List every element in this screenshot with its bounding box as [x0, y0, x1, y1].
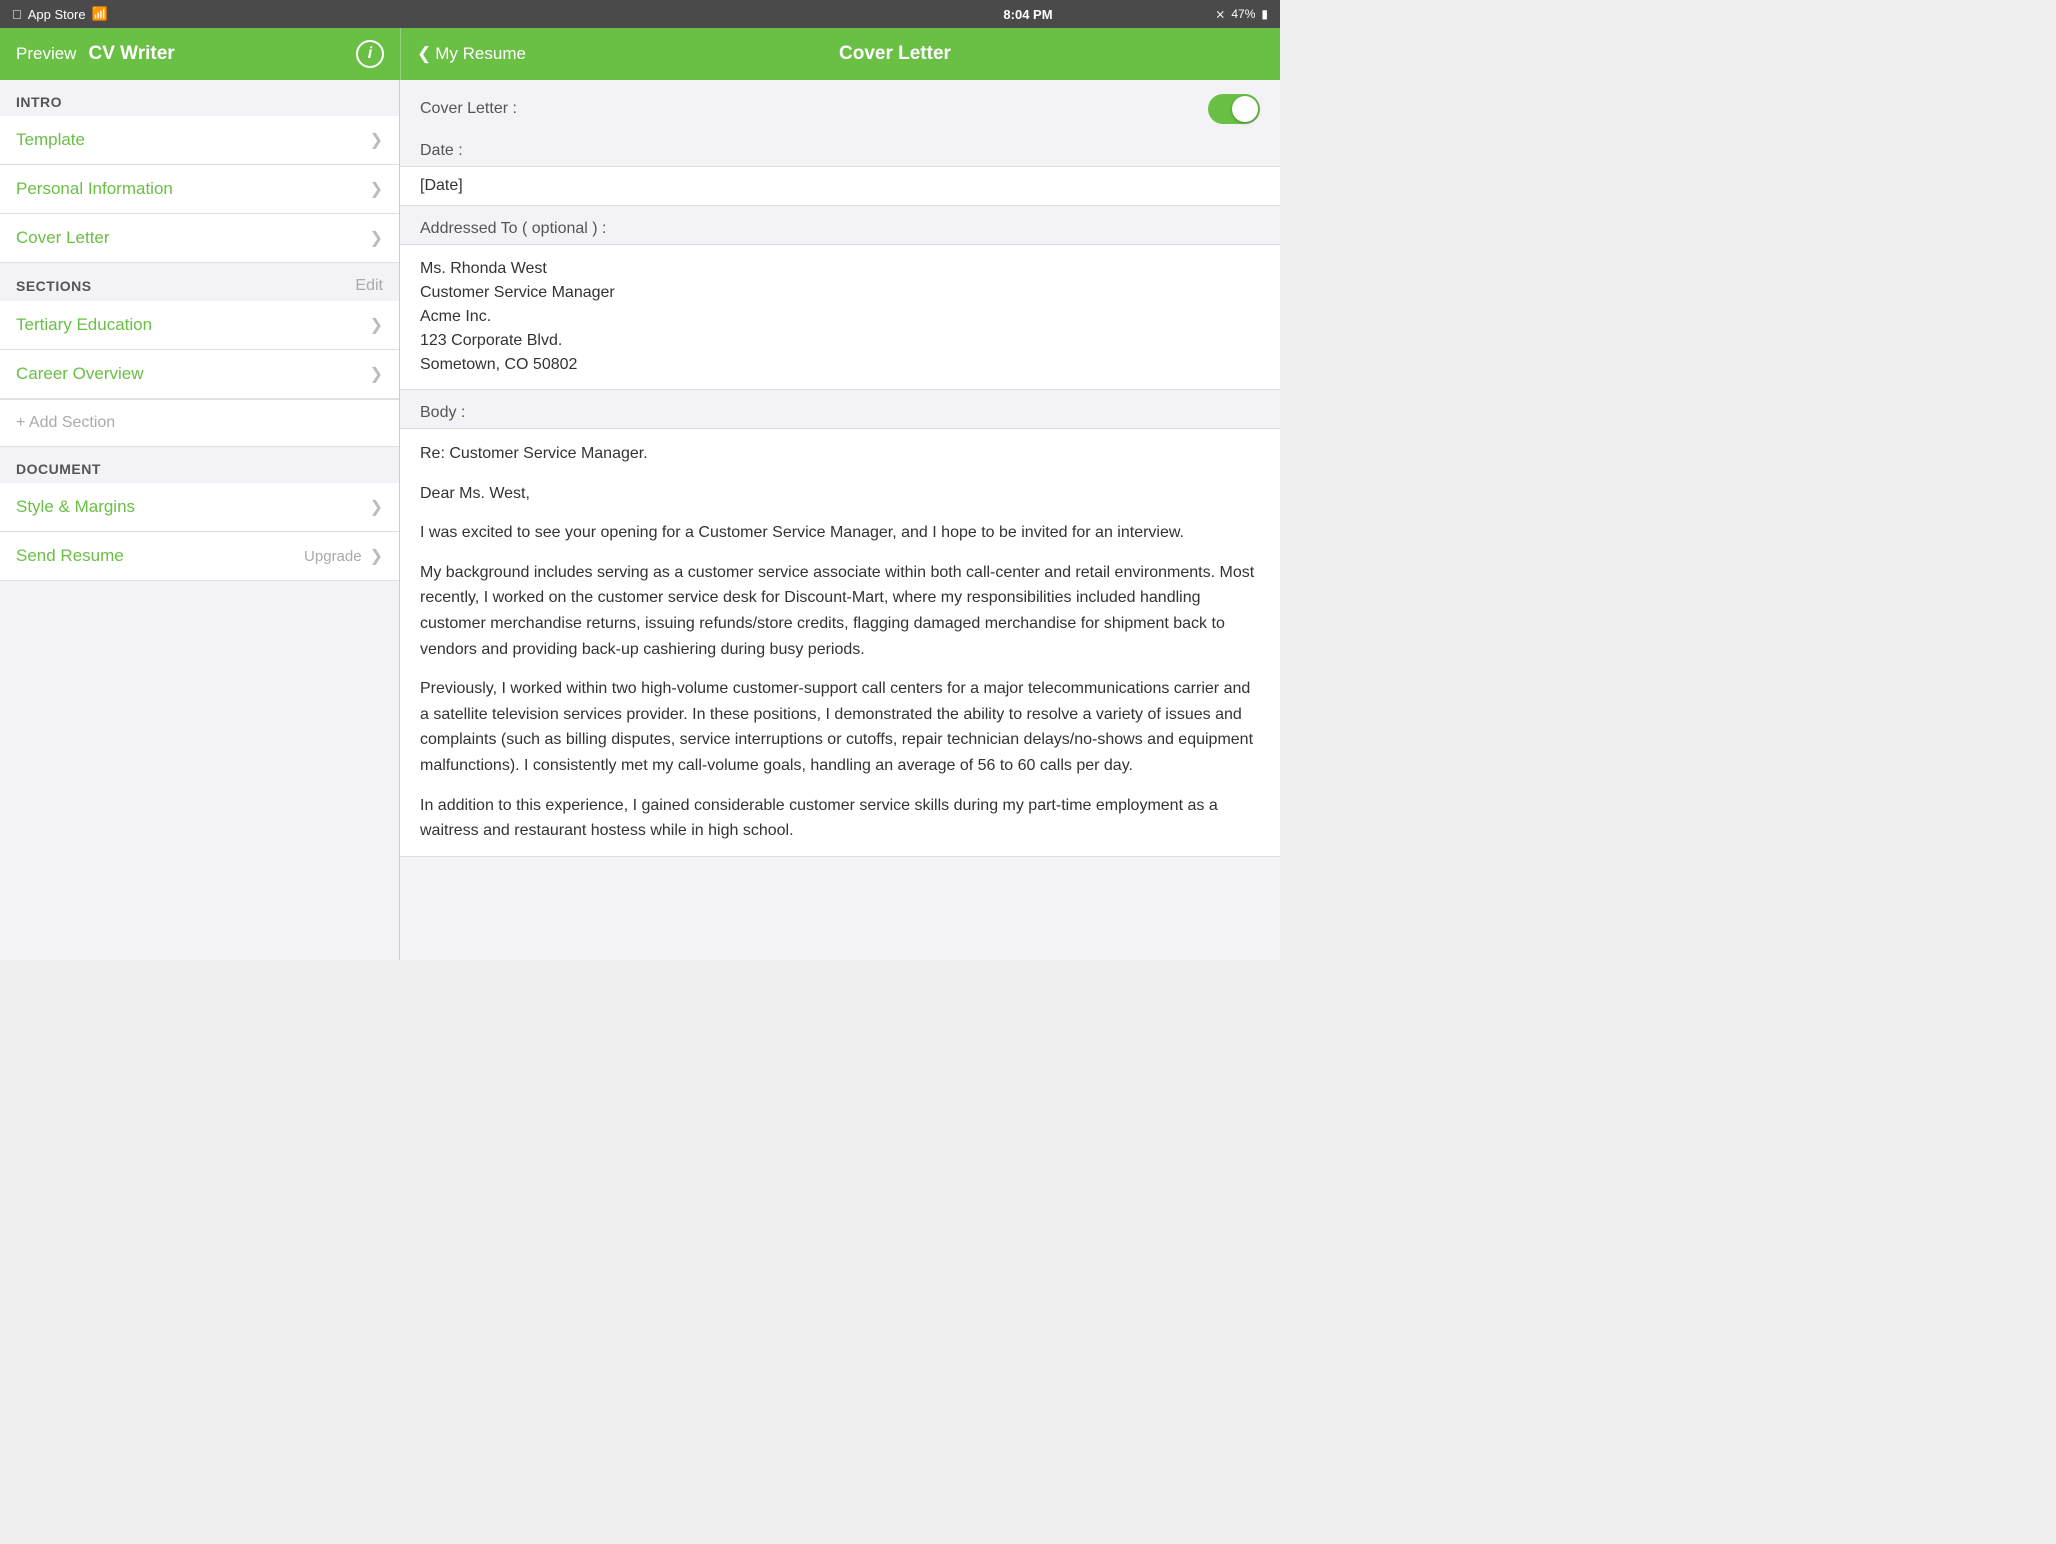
sidebar-item-style-margins[interactable]: Style & Margins ❯ [0, 483, 399, 532]
back-button[interactable]: ❮ My Resume [417, 44, 526, 64]
battery-icon: ▮ [1261, 7, 1268, 21]
sidebar-item-cover-letter[interactable]: Cover Letter ❯ [0, 214, 399, 263]
status-right: ⨯ 47% ▮ [1215, 7, 1268, 21]
content-area: Cover Letter : Date : Addressed To ( opt… [400, 80, 1280, 960]
sidebar-template-label: Template [16, 130, 370, 150]
nav-left: Preview CV Writer i [0, 40, 400, 68]
sidebar-item-career-overview[interactable]: Career Overview ❯ [0, 350, 399, 399]
date-label-row: Date : [400, 132, 1280, 166]
add-section-button[interactable]: + Add Section [0, 399, 399, 447]
sections-header-label: Sections [16, 278, 92, 294]
intro-header-label: Intro [16, 94, 62, 110]
sidebar-send-resume-label: Send Resume [16, 546, 304, 566]
chevron-right-icon: ❯ [370, 364, 383, 384]
status-bar:  App Store 📶 8:04 PM ⨯ 47% ▮ [0, 0, 1280, 28]
addressed-to-text[interactable]: Ms. Rhonda West Customer Service Manager… [400, 244, 1280, 390]
sections-edit-button[interactable]: Edit [355, 277, 383, 295]
sidebar-item-personal-info[interactable]: Personal Information ❯ [0, 165, 399, 214]
sidebar-cover-letter-label: Cover Letter [16, 228, 370, 248]
document-header-label: Document [16, 461, 101, 477]
date-input[interactable] [420, 177, 1260, 195]
nav-bar: Preview CV Writer i ❮ My Resume Cover Le… [0, 28, 1280, 80]
status-left:  App Store 📶 [12, 6, 108, 22]
chevron-right-icon: ❯ [370, 497, 383, 517]
body-para-5: In addition to this experience, I gained… [420, 793, 1260, 844]
sidebar-item-template[interactable]: Template ❯ [0, 116, 399, 165]
preview-button[interactable]: Preview [16, 44, 76, 64]
body-para-2: I was excited to see your opening for a … [420, 520, 1260, 546]
body-para-0: Re: Customer Service Manager. [420, 441, 1260, 467]
sidebar-item-send-resume[interactable]: Send Resume Upgrade ❯ [0, 532, 399, 581]
info-button[interactable]: i [356, 40, 384, 68]
body-text[interactable]: Re: Customer Service Manager. Dear Ms. W… [400, 428, 1280, 857]
info-icon: i [368, 45, 372, 63]
chevron-right-icon: ❯ [370, 546, 383, 566]
body-para-3: My background includes serving as a cust… [420, 560, 1260, 662]
sidebar-personal-info-label: Personal Information [16, 179, 370, 199]
sidebar-career-overview-label: Career Overview [16, 364, 370, 384]
bluetooth-icon: ⨯ [1215, 7, 1225, 21]
sections-header: Sections Edit [0, 263, 399, 301]
cover-letter-toggle[interactable] [1208, 94, 1260, 124]
body-label: Body : [420, 404, 465, 422]
intro-section-header: Intro [0, 80, 399, 116]
sidebar-item-tertiary-education[interactable]: Tertiary Education ❯ [0, 301, 399, 350]
cover-letter-toggle-row: Cover Letter : [400, 80, 1280, 132]
main-layout: Intro Template ❯ Personal Information ❯ … [0, 80, 1280, 960]
upgrade-badge: Upgrade [304, 548, 362, 565]
battery-label: 47% [1231, 7, 1255, 21]
apple-icon:  [12, 7, 22, 22]
back-label: My Resume [435, 44, 526, 64]
app-title: CV Writer [88, 43, 174, 65]
status-time: 8:04 PM [1003, 7, 1052, 22]
chevron-right-icon: ❯ [370, 228, 383, 248]
nav-right: ❮ My Resume Cover Letter [401, 43, 1280, 65]
date-input-row[interactable] [400, 166, 1280, 206]
cover-letter-label: Cover Letter : [420, 100, 517, 118]
body-para-1: Dear Ms. West, [420, 481, 1260, 507]
back-chevron-icon: ❮ [417, 44, 431, 64]
nav-right-title: Cover Letter [526, 43, 1264, 65]
addressed-to-label: Addressed To ( optional ) : [420, 220, 606, 238]
chevron-right-icon: ❯ [370, 130, 383, 150]
body-para-4: Previously, I worked within two high-vol… [420, 676, 1260, 778]
date-label: Date : [420, 142, 463, 160]
toggle-thumb [1232, 96, 1258, 122]
body-label-row: Body : [400, 390, 1280, 428]
app-store-label: App Store [28, 7, 86, 22]
sidebar-tertiary-education-label: Tertiary Education [16, 315, 370, 335]
chevron-right-icon: ❯ [370, 315, 383, 335]
chevron-right-icon: ❯ [370, 179, 383, 199]
addressed-to-label-row: Addressed To ( optional ) : [400, 206, 1280, 244]
wifi-icon: 📶 [92, 6, 108, 22]
sidebar-style-margins-label: Style & Margins [16, 497, 370, 517]
document-header: Document [0, 447, 399, 483]
sidebar: Intro Template ❯ Personal Information ❯ … [0, 80, 400, 960]
